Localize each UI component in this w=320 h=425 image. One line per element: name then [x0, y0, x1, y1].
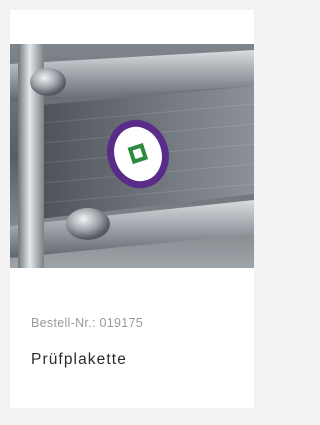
order-number: Bestell-Nr.: 019175 [31, 316, 144, 330]
product-image[interactable] [10, 44, 254, 268]
product-card[interactable]: Bestell-Nr.: 019175 Prüfplakette [10, 10, 254, 408]
product-name[interactable]: Prüfplakette [31, 351, 127, 369]
